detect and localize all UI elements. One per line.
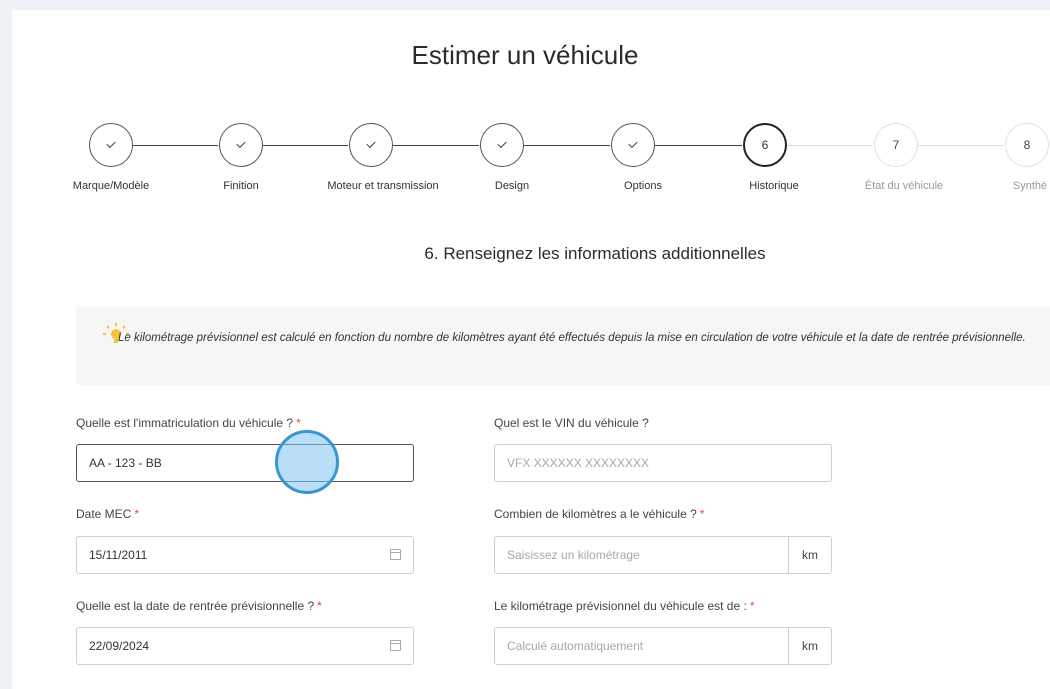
- immatriculation-input[interactable]: AA - 123 - BB: [76, 444, 414, 482]
- kilometrage-input[interactable]: Saisissez un kilométrage km: [494, 536, 832, 574]
- label-text: Quel est le VIN du véhicule ?: [494, 416, 649, 430]
- calendar-icon[interactable]: [390, 549, 401, 560]
- input-placeholder: Calculé automatiquement: [507, 639, 644, 653]
- immatriculation-label: Quelle est l'immatriculation du véhicule…: [76, 416, 301, 430]
- step-4-design-circle[interactable]: [480, 123, 524, 167]
- step-connector: [787, 145, 873, 146]
- step-label: Marque/Modèle: [72, 180, 150, 192]
- label-text: Date MEC: [76, 507, 132, 521]
- vin-input[interactable]: VFX XXXXXX XXXXXXXX: [494, 444, 832, 482]
- step-connector: [133, 145, 218, 146]
- check-icon: [366, 138, 376, 149]
- step-connector: [524, 145, 610, 146]
- label-text: Combien de kilomètres a le véhicule ?: [494, 507, 697, 521]
- date-rentree-label: Quelle est la date de rentrée prévisionn…: [76, 599, 322, 613]
- step-label: Design: [494, 180, 530, 192]
- step-number: 6: [761, 138, 769, 152]
- required-asterisk: *: [317, 599, 322, 613]
- km-previsionnel-label: Le kilométrage prévisionnel du véhicule …: [494, 599, 755, 613]
- label-text: Le kilométrage prévisionnel du véhicule …: [494, 599, 747, 613]
- input-value: 15/11/2011: [89, 548, 148, 562]
- step-label: État du véhicule: [864, 180, 944, 192]
- calendar-icon[interactable]: [390, 640, 401, 651]
- step-number: 7: [892, 138, 900, 152]
- step-connector: [918, 145, 1004, 146]
- required-asterisk: *: [699, 507, 705, 521]
- step-7-etat-circle: 7: [874, 123, 918, 167]
- input-placeholder: VFX XXXXXX XXXXXXXX: [507, 456, 650, 470]
- info-text: Le kilométrage prévisionnel est calculé …: [118, 332, 1026, 344]
- step-label: Options: [624, 180, 662, 192]
- step-1-marque-circle[interactable]: [89, 123, 133, 167]
- step-3-moteur-circle[interactable]: [349, 123, 393, 167]
- check-icon: [236, 138, 246, 149]
- label-text: Quelle est l'immatriculation du véhicule…: [76, 416, 294, 430]
- step-8-synthese-circle: 8: [1005, 123, 1049, 167]
- step-5-options-circle[interactable]: [611, 123, 655, 167]
- click-indicator: [275, 430, 339, 494]
- input-value: AA - 123 - BB: [89, 456, 162, 470]
- stepper: 6 7 8 Marque/Modèle Finition Moteur et t…: [0, 0, 1050, 200]
- vin-label: Quel est le VIN du véhicule ?: [494, 416, 649, 430]
- section-title: 6. Renseignez les informations additionn…: [424, 244, 766, 263]
- date-rentree-input[interactable]: 22/09/2024: [76, 627, 414, 665]
- step-2-finition-circle[interactable]: [219, 123, 263, 167]
- check-icon: [106, 138, 116, 149]
- km-unit-addon: km: [788, 628, 831, 664]
- required-asterisk: *: [134, 507, 140, 521]
- kilometrage-label: Combien de kilomètres a le véhicule ? *: [494, 507, 704, 521]
- label-text: Quelle est la date de rentrée prévisionn…: [76, 599, 315, 613]
- input-placeholder: Saisissez un kilométrage: [507, 548, 640, 562]
- step-number: 8: [1023, 138, 1031, 152]
- step-connector: [655, 145, 742, 146]
- step-label: Historique: [749, 180, 799, 192]
- date-mec-input[interactable]: 15/11/2011: [76, 536, 414, 574]
- step-label: Synthè: [1012, 180, 1048, 192]
- input-value: 22/09/2024: [89, 639, 150, 653]
- check-icon: [628, 138, 638, 149]
- check-icon: [497, 138, 507, 149]
- step-label: Finition: [223, 180, 259, 192]
- km-unit-addon: km: [788, 537, 831, 573]
- step-connector: [393, 145, 479, 146]
- step-connector: [263, 145, 348, 146]
- step-label: Moteur et transmission: [327, 180, 439, 192]
- km-previsionnel-input[interactable]: Calculé automatiquement km: [494, 627, 832, 665]
- step-6-historique-circle[interactable]: 6: [743, 123, 787, 167]
- required-asterisk: *: [296, 416, 301, 430]
- date-mec-label: Date MEC *: [76, 507, 139, 521]
- info-box: Le kilométrage prévisionnel est calculé …: [76, 307, 1050, 385]
- required-asterisk: *: [749, 599, 755, 613]
